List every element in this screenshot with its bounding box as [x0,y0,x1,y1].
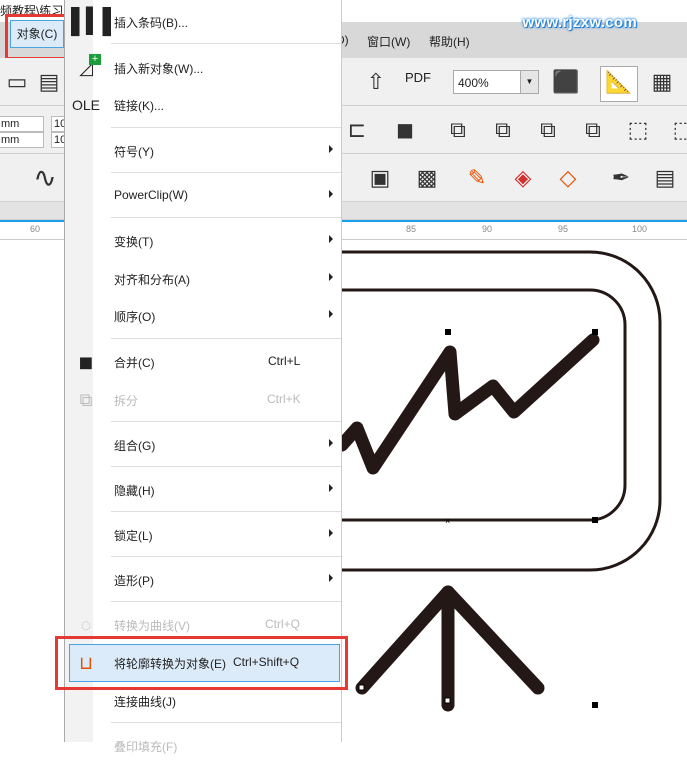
ruler-tick: 100 [632,224,648,234]
back-minus-front-icon[interactable]: ⬚ [668,115,687,145]
submenu-arrow-icon [329,484,333,492]
barcode-icon: ▌▍▌ [71,8,119,35]
submenu-arrow-icon [329,439,333,447]
page-icon[interactable]: ▭ [2,67,32,97]
submenu-arrow-icon [329,190,333,198]
intersect-icon[interactable]: ⧉ [533,115,563,145]
export-icon[interactable]: ⇧ [361,67,391,97]
align-icon[interactable]: ⊏ [342,115,372,145]
zoom-value: 400% [458,76,489,90]
weld-icon[interactable]: ⧉ [443,115,473,145]
object-properties-icon[interactable]: ▤ [650,163,680,193]
ruler-tick: 60 [30,224,41,234]
transparency-icon[interactable]: ▩ [412,163,442,193]
menu-item-symbol[interactable]: 符号(Y) [65,135,341,165]
menu-item-insert-barcode[interactable]: ▌▍▌ 插入条码(B)... [65,6,341,36]
drawing-canvas[interactable]: × [342,241,687,742]
annotation-box [5,14,72,60]
menu-item-align-distribute[interactable]: 对齐和分布(A) [65,263,341,293]
object-dropdown-menu: ▌▍▌ 插入条码(B)... ◿ + 插入新对象(W)... OLE 链接(K)... … [64,0,342,754]
submenu-arrow-icon [329,574,333,582]
menu-help[interactable]: 帮助(H) [429,33,470,50]
break-apart-icon: ⧉ [79,390,93,410]
menu-item-insert-object[interactable]: ◿ + 插入新对象(W)... [65,52,341,82]
submenu-arrow-icon [329,145,333,153]
combine-icon: ◼ [78,352,94,372]
chevron-down-icon[interactable]: ▼ [520,71,538,93]
submenu-arrow-icon [329,273,333,281]
w-field[interactable]: 10 [51,116,66,132]
ruler-tick: 85 [406,224,417,234]
ruler-tick: 90 [482,224,493,234]
front-minus-back-icon[interactable]: ⬚ [623,115,653,145]
combine-icon[interactable]: ◼ [390,115,420,145]
simplify-icon[interactable]: ⧉ [578,115,608,145]
h-field[interactable]: 10 [51,132,66,148]
menu-item-combine[interactable]: ◼ 合并(C) Ctrl+L [65,346,341,376]
inner-rounded-rect [342,288,627,522]
ruler-tick: 95 [558,224,569,234]
menu-item-break-apart[interactable]: ⧉ 拆分 Ctrl+K [65,384,341,414]
menu-item-powerclip[interactable]: PowerClip(W) [65,180,341,210]
grid-icon[interactable]: ▦ [647,67,677,97]
publish-pdf-button[interactable]: PDF [405,70,431,85]
menu-item-hide[interactable]: 隐藏(H) [65,474,341,504]
menu-window[interactable]: 窗口(W) [367,33,410,50]
convert-to-curves-icon: ◌ [80,615,92,635]
submenu-arrow-icon [329,310,333,318]
center-marker: × [445,516,450,526]
ole-link-icon: OLE [71,97,100,113]
menu-item-convert-to-curves[interactable]: ◌ 转换为曲线(V) Ctrl+Q [65,609,341,639]
menu-item-transform[interactable]: 变换(T) [65,225,341,255]
annotation-box [55,636,348,690]
zigzag-line [342,333,600,475]
submenu-arrow-icon [329,529,333,537]
watermark: www.rjzxw.com [522,14,637,31]
curve-tool-icon[interactable]: ∿ [30,163,60,193]
y-field[interactable]: mm [0,132,44,148]
full-screen-icon[interactable]: ⬛ [551,67,581,97]
menu-item-link[interactable]: OLE 链接(K)... [65,89,341,119]
rulers-icon[interactable]: 📐 [600,66,638,102]
insert-object-icon: ◿ + [71,54,101,82]
menu-item-lock[interactable]: 锁定(L) [65,519,341,549]
menu-item-overprint-fill[interactable]: 叠印填充(F) [65,730,341,760]
contour-icon[interactable]: ▣ [365,163,395,193]
fill-icon[interactable]: ◈ [508,163,538,193]
submenu-arrow-icon [329,235,333,243]
outline-fill-icon[interactable]: ◇ [553,163,583,193]
menu-item-order[interactable]: 顺序(O) [65,300,341,330]
pen-icon[interactable]: ✒ [606,163,636,193]
zoom-select[interactable]: 400% ▼ [453,70,539,94]
menu-item-group[interactable]: 组合(G) [65,429,341,459]
menu-item-shaping[interactable]: 造形(P) [65,564,341,594]
copy-icon[interactable]: ▤ [34,67,64,97]
eyedropper-icon[interactable]: ✎ [462,163,492,193]
x-field[interactable]: mm [0,116,44,132]
trim-icon[interactable]: ⧉ [488,115,518,145]
